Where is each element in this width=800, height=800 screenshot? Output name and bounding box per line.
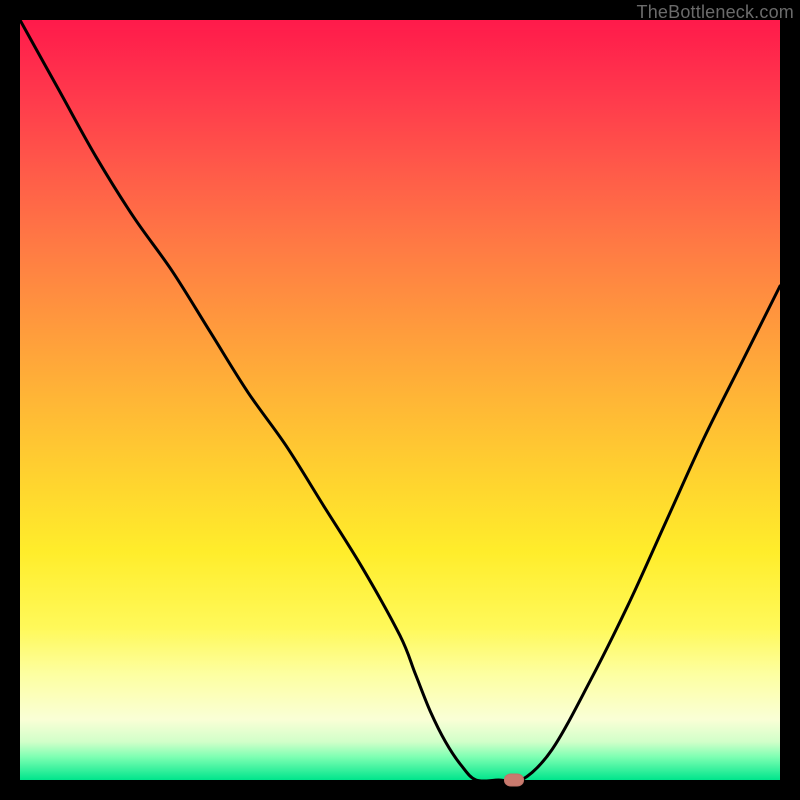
bottleneck-curve [20,20,780,780]
optimum-marker [504,774,524,787]
plot-area [20,20,780,780]
curve-path [20,20,780,782]
chart-frame: TheBottleneck.com [0,0,800,800]
watermark-text: TheBottleneck.com [637,2,794,23]
